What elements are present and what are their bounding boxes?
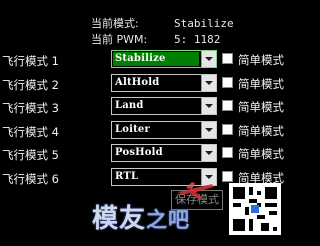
flight-mode-row: 飞行模式 1 Stabilize 简单模式 [0, 50, 290, 70]
watermark-main: 模友 [92, 204, 147, 234]
simple-mode-label: 简单模式 [238, 76, 284, 91]
flight-mode-label: 飞行模式 6 [2, 171, 59, 186]
simple-mode-checkbox[interactable] [222, 100, 233, 111]
flight-mode-label: 飞行模式 1 [2, 54, 59, 68]
chevron-down-icon[interactable] [201, 145, 216, 161]
chevron-down-icon[interactable] [201, 51, 216, 67]
chevron-down-icon[interactable] [201, 74, 216, 91]
flight-mode-select[interactable]: Land [111, 97, 217, 115]
current-mode-value: Stabilize [174, 17, 234, 30]
current-mode-line: 当前模式: Stabilize [91, 15, 234, 31]
simple-mode-checkbox[interactable] [222, 76, 233, 88]
simple-mode-label: 简单模式 [238, 53, 284, 67]
flight-mode-select[interactable]: PosHold [111, 144, 217, 162]
simple-mode-checkbox[interactable] [222, 53, 233, 64]
simple-mode-label: 简单模式 [238, 100, 284, 114]
flight-mode-label: 飞行模式 4 [2, 124, 59, 139]
simple-mode-checkbox[interactable] [222, 170, 233, 182]
flight-mode-select[interactable]: AltHold [111, 73, 217, 92]
flight-mode-label: 飞行模式 2 [2, 77, 59, 92]
watermark: 模友之吧 [92, 198, 190, 235]
airplane-icon [178, 182, 214, 199]
flight-mode-row: 飞行模式 4 Loiter 简单模式 [0, 120, 290, 141]
chevron-down-icon[interactable] [201, 121, 216, 138]
watermark-sub: 之吧 [146, 208, 191, 232]
flight-mode-row: 飞行模式 2 AltHold 简单模式 [0, 73, 290, 94]
flight-mode-value: Loiter [115, 123, 150, 135]
flight-mode-select[interactable]: Loiter [111, 120, 217, 139]
qr-code-icon [229, 183, 281, 235]
flight-mode-label: 飞行模式 3 [2, 101, 59, 115]
current-mode-label: 当前模式: [91, 17, 139, 30]
flight-mode-select[interactable]: Stabilize [111, 50, 217, 68]
flight-mode-value: RTL [115, 170, 139, 182]
flight-mode-row: 飞行模式 3 Land 简单模式 [0, 97, 290, 117]
flight-mode-row: 飞行模式 5 PosHold 简单模式 [0, 144, 290, 164]
chevron-down-icon[interactable] [201, 98, 216, 114]
flight-mode-label: 飞行模式 5 [2, 148, 59, 162]
current-pwm-value: 5: 1182 [174, 33, 221, 46]
flight-mode-value: AltHold [115, 76, 160, 88]
flight-mode-value: PosHold [115, 147, 163, 158]
flight-mode-value: Land [115, 100, 144, 111]
current-pwm-line: 当前 PWM: 5: 1182 [91, 31, 220, 47]
flight-mode-value: Stabilize [113, 52, 199, 66]
simple-mode-label: 简单模式 [238, 123, 284, 138]
simple-mode-label: 简单模式 [238, 147, 284, 161]
simple-mode-checkbox[interactable] [222, 147, 233, 158]
simple-mode-checkbox[interactable] [222, 123, 233, 135]
current-pwm-label: 当前 PWM: [91, 33, 148, 46]
